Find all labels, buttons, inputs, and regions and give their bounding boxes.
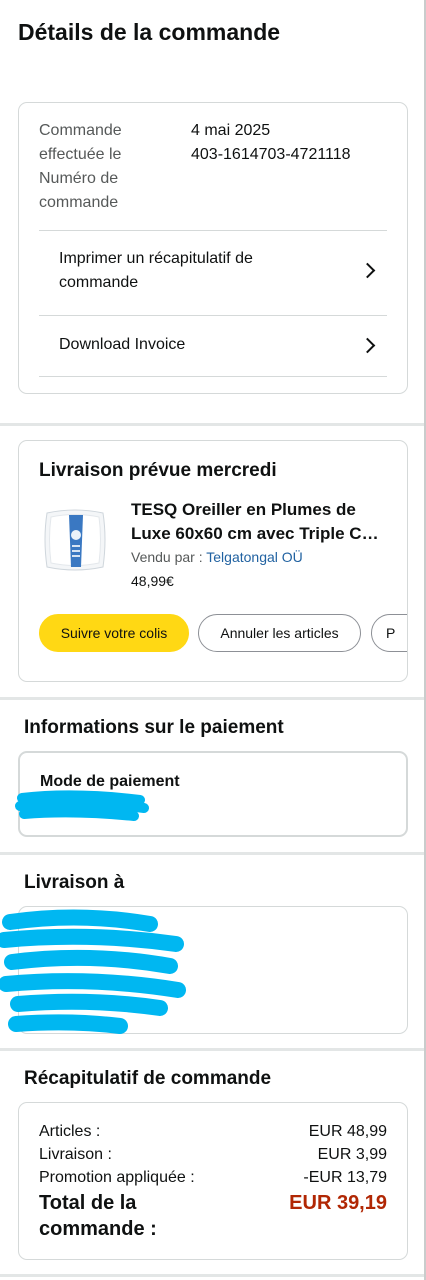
summary-section-title: Récapitulatif de commande: [24, 1068, 272, 1089]
product-price: 48,99€: [131, 573, 174, 589]
chevron-right-icon: [359, 337, 376, 354]
order-number-label: Numéro de commande: [39, 170, 119, 211]
seller-prefix: Vendu par :: [131, 549, 203, 565]
order-total-label: Total de la commande :: [39, 1192, 157, 1240]
order-date-label: Commande effectuée le: [39, 122, 122, 163]
section-divider: [0, 1048, 426, 1051]
summary-label: Livraison :: [39, 1146, 112, 1163]
more-actions-button[interactable]: P: [371, 614, 407, 652]
order-info-card: Commande effectuée le Numéro de commande…: [18, 102, 408, 394]
download-invoice-link[interactable]: Download Invoice: [39, 315, 387, 377]
section-divider: [0, 697, 426, 700]
order-number-value: 403-1614703-4721118: [191, 146, 351, 163]
order-labels: Commande effectuée le Numéro de commande: [39, 119, 169, 215]
print-summary-label: Imprimer un récapitulatif de commande: [59, 250, 253, 291]
payment-method-label: Mode de paiement: [40, 773, 180, 790]
summary-value: EUR 48,99: [308, 1123, 387, 1140]
download-invoice-label: Download Invoice: [59, 336, 186, 353]
summary-label: Promotion appliquée :: [39, 1169, 195, 1186]
order-summary-card: Articles : EUR 48,99 Livraison : EUR 3,9…: [18, 1102, 408, 1260]
section-divider: [0, 852, 426, 855]
order-date-value: 4 mai 2025: [191, 122, 271, 139]
delivery-card: Livraison prévue mercredi TESQ Oreiller …: [18, 440, 408, 682]
seller-name-link[interactable]: Telgatongal OÜ: [206, 549, 303, 565]
pillow-product-image[interactable]: [43, 505, 107, 573]
product-title-line2: Luxe 60x60 cm avec Triple C…: [131, 524, 379, 543]
summary-value: -EUR 13,79: [303, 1169, 387, 1186]
payment-section-title: Informations sur le paiement: [24, 717, 284, 738]
order-values: 4 mai 2025 403-1614703-4721118: [191, 119, 351, 167]
chevron-right-icon: [359, 262, 376, 279]
track-package-button[interactable]: Suivre votre colis: [39, 614, 189, 652]
section-divider: [0, 1274, 426, 1277]
product-title-line1: TESQ Oreiller en Plumes de: [131, 500, 356, 519]
summary-value: EUR 3,99: [317, 1146, 387, 1163]
seller-info: Vendu par : Telgatongal OÜ: [131, 547, 303, 567]
cancel-items-button[interactable]: Annuler les articles: [198, 614, 361, 652]
page-title: Détails de la commande: [18, 19, 281, 45]
order-details-page: Détails de la commande Commande effectué…: [0, 0, 426, 1280]
print-summary-link[interactable]: Imprimer un récapitulatif de commande: [39, 230, 387, 316]
product-title-link[interactable]: TESQ Oreiller en Plumes de Luxe 60x60 cm…: [131, 498, 393, 546]
payment-method-card[interactable]: Mode de paiement: [18, 751, 408, 837]
delivery-title: Livraison prévue mercredi: [39, 460, 277, 481]
section-divider: [0, 423, 426, 426]
order-total-value: EUR 39,19: [289, 1192, 387, 1214]
shipping-address-card: [18, 906, 408, 1034]
summary-label: Articles :: [39, 1123, 101, 1140]
shipping-section-title: Livraison à: [24, 872, 125, 893]
